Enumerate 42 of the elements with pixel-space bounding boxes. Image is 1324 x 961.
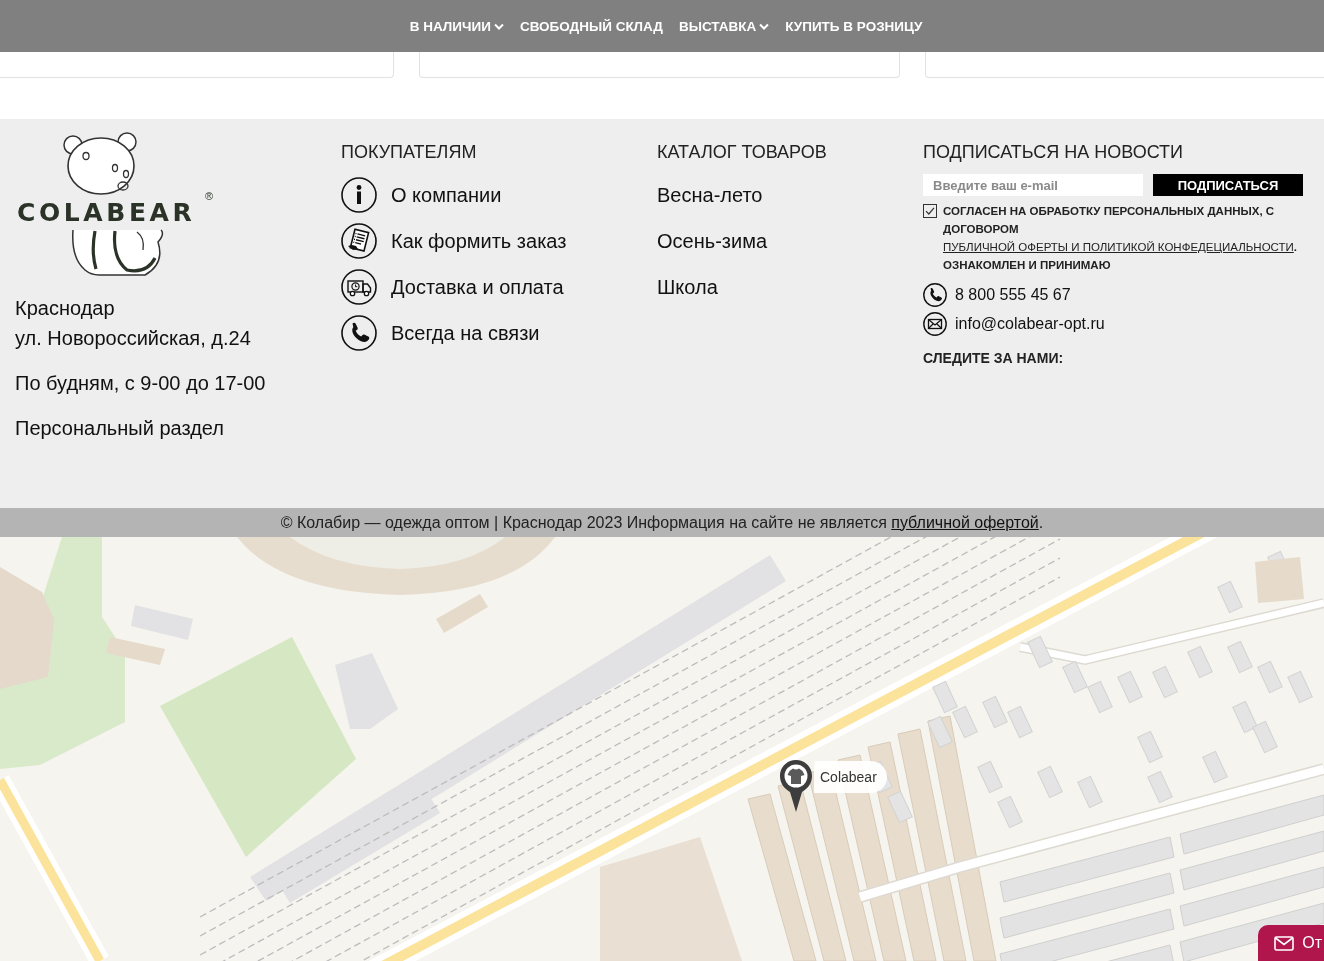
chevron-down-icon <box>493 22 504 30</box>
truck-icon <box>341 269 377 305</box>
personal-link[interactable]: Персональный раздел <box>15 413 224 443</box>
checkbox[interactable] <box>923 204 937 218</box>
document-list-icon <box>341 223 377 259</box>
info-icon <box>341 177 377 213</box>
footer-link[interactable]: Доставка и оплата <box>341 269 564 305</box>
policy-link[interactable]: ПУБЛИЧНОЙ ОФЕРТЫ И ПОЛИТИКОЙ КОНФЕДЕЦИАЛЬНОСТИ <box>943 241 1294 253</box>
column-heading: КАТАЛОГ ТОВАРОВ <box>657 141 828 163</box>
copyright-text: © Колабир — одежда оптом | Краснодар 2023 Информация на сайте не является публичной офертой. <box>280 513 1044 532</box>
email-field[interactable]: Введите ваш e-mail <box>923 174 1143 196</box>
nav-link[interactable]: ВЫСТАВКА <box>670 12 778 40</box>
phone-icon <box>923 283 947 307</box>
address-line: ул. Новороссийская, д.24 <box>15 326 252 351</box>
address-line: Краснодар <box>15 296 116 321</box>
email-link[interactable]: info@colabear-opt.ru <box>955 315 1105 333</box>
footer-link[interactable]: О компании <box>341 177 502 213</box>
working-hours: По будням, с 9-00 до 17-00 <box>15 371 267 396</box>
footer-link[interactable]: Всегда на связи <box>341 315 540 351</box>
nav-link[interactable]: В НАЛИЧИИ <box>401 12 512 40</box>
nav-link[interactable]: СВОБОДНЫЙ СКЛАД <box>511 12 671 40</box>
nav-link[interactable]: КУПИТЬ В РОЗНИЦУ <box>777 12 931 40</box>
message-button[interactable]: От <box>1258 925 1324 961</box>
registered-mark: ® <box>205 190 214 202</box>
footer-link[interactable]: Как формить заказ <box>341 223 567 259</box>
column-heading: ПОДПИСАТЬСЯ НА НОВОСТИ <box>923 141 1184 163</box>
envelope-icon <box>1274 935 1295 951</box>
logo-text: COLABEAR <box>17 198 196 228</box>
map-pin-icon <box>779 759 813 813</box>
chevron-down-icon <box>759 22 770 30</box>
subscribe-button[interactable]: ПОДПИСАТЬСЯ <box>1153 174 1303 196</box>
phone-number[interactable]: 8 800 555 45 67 <box>955 286 1071 304</box>
catalog-link[interactable]: Школа <box>657 269 718 305</box>
column-heading: ПОКУПАТЕЛЯМ <box>341 141 478 163</box>
catalog-link[interactable]: Осень-зима <box>657 223 768 259</box>
offer-link[interactable]: публичной офертой <box>891 513 1039 531</box>
follow-heading: СЛЕДИТЕ ЗА НАМИ: <box>923 350 1065 366</box>
consent-text: СОГЛАСЕН НА ОБРАБОТКУ ПЕРСОНАЛЬНЫХ ДАННЫХ, С ДОГОВОРОМ ПУБЛИЧНОЙ ОФЕРТЫ И ПОЛИТИКОЙ КОНФЕДЕЦИАЛЬНОСТИ. ОЗНАКОМЛЕН И ПРИНИМАЮ <box>943 204 1298 273</box>
envelope-icon <box>923 312 947 336</box>
marker-label[interactable]: Colabear <box>814 761 887 793</box>
phone-icon <box>341 315 377 351</box>
catalog-link[interactable]: Весна-лето <box>657 177 763 213</box>
